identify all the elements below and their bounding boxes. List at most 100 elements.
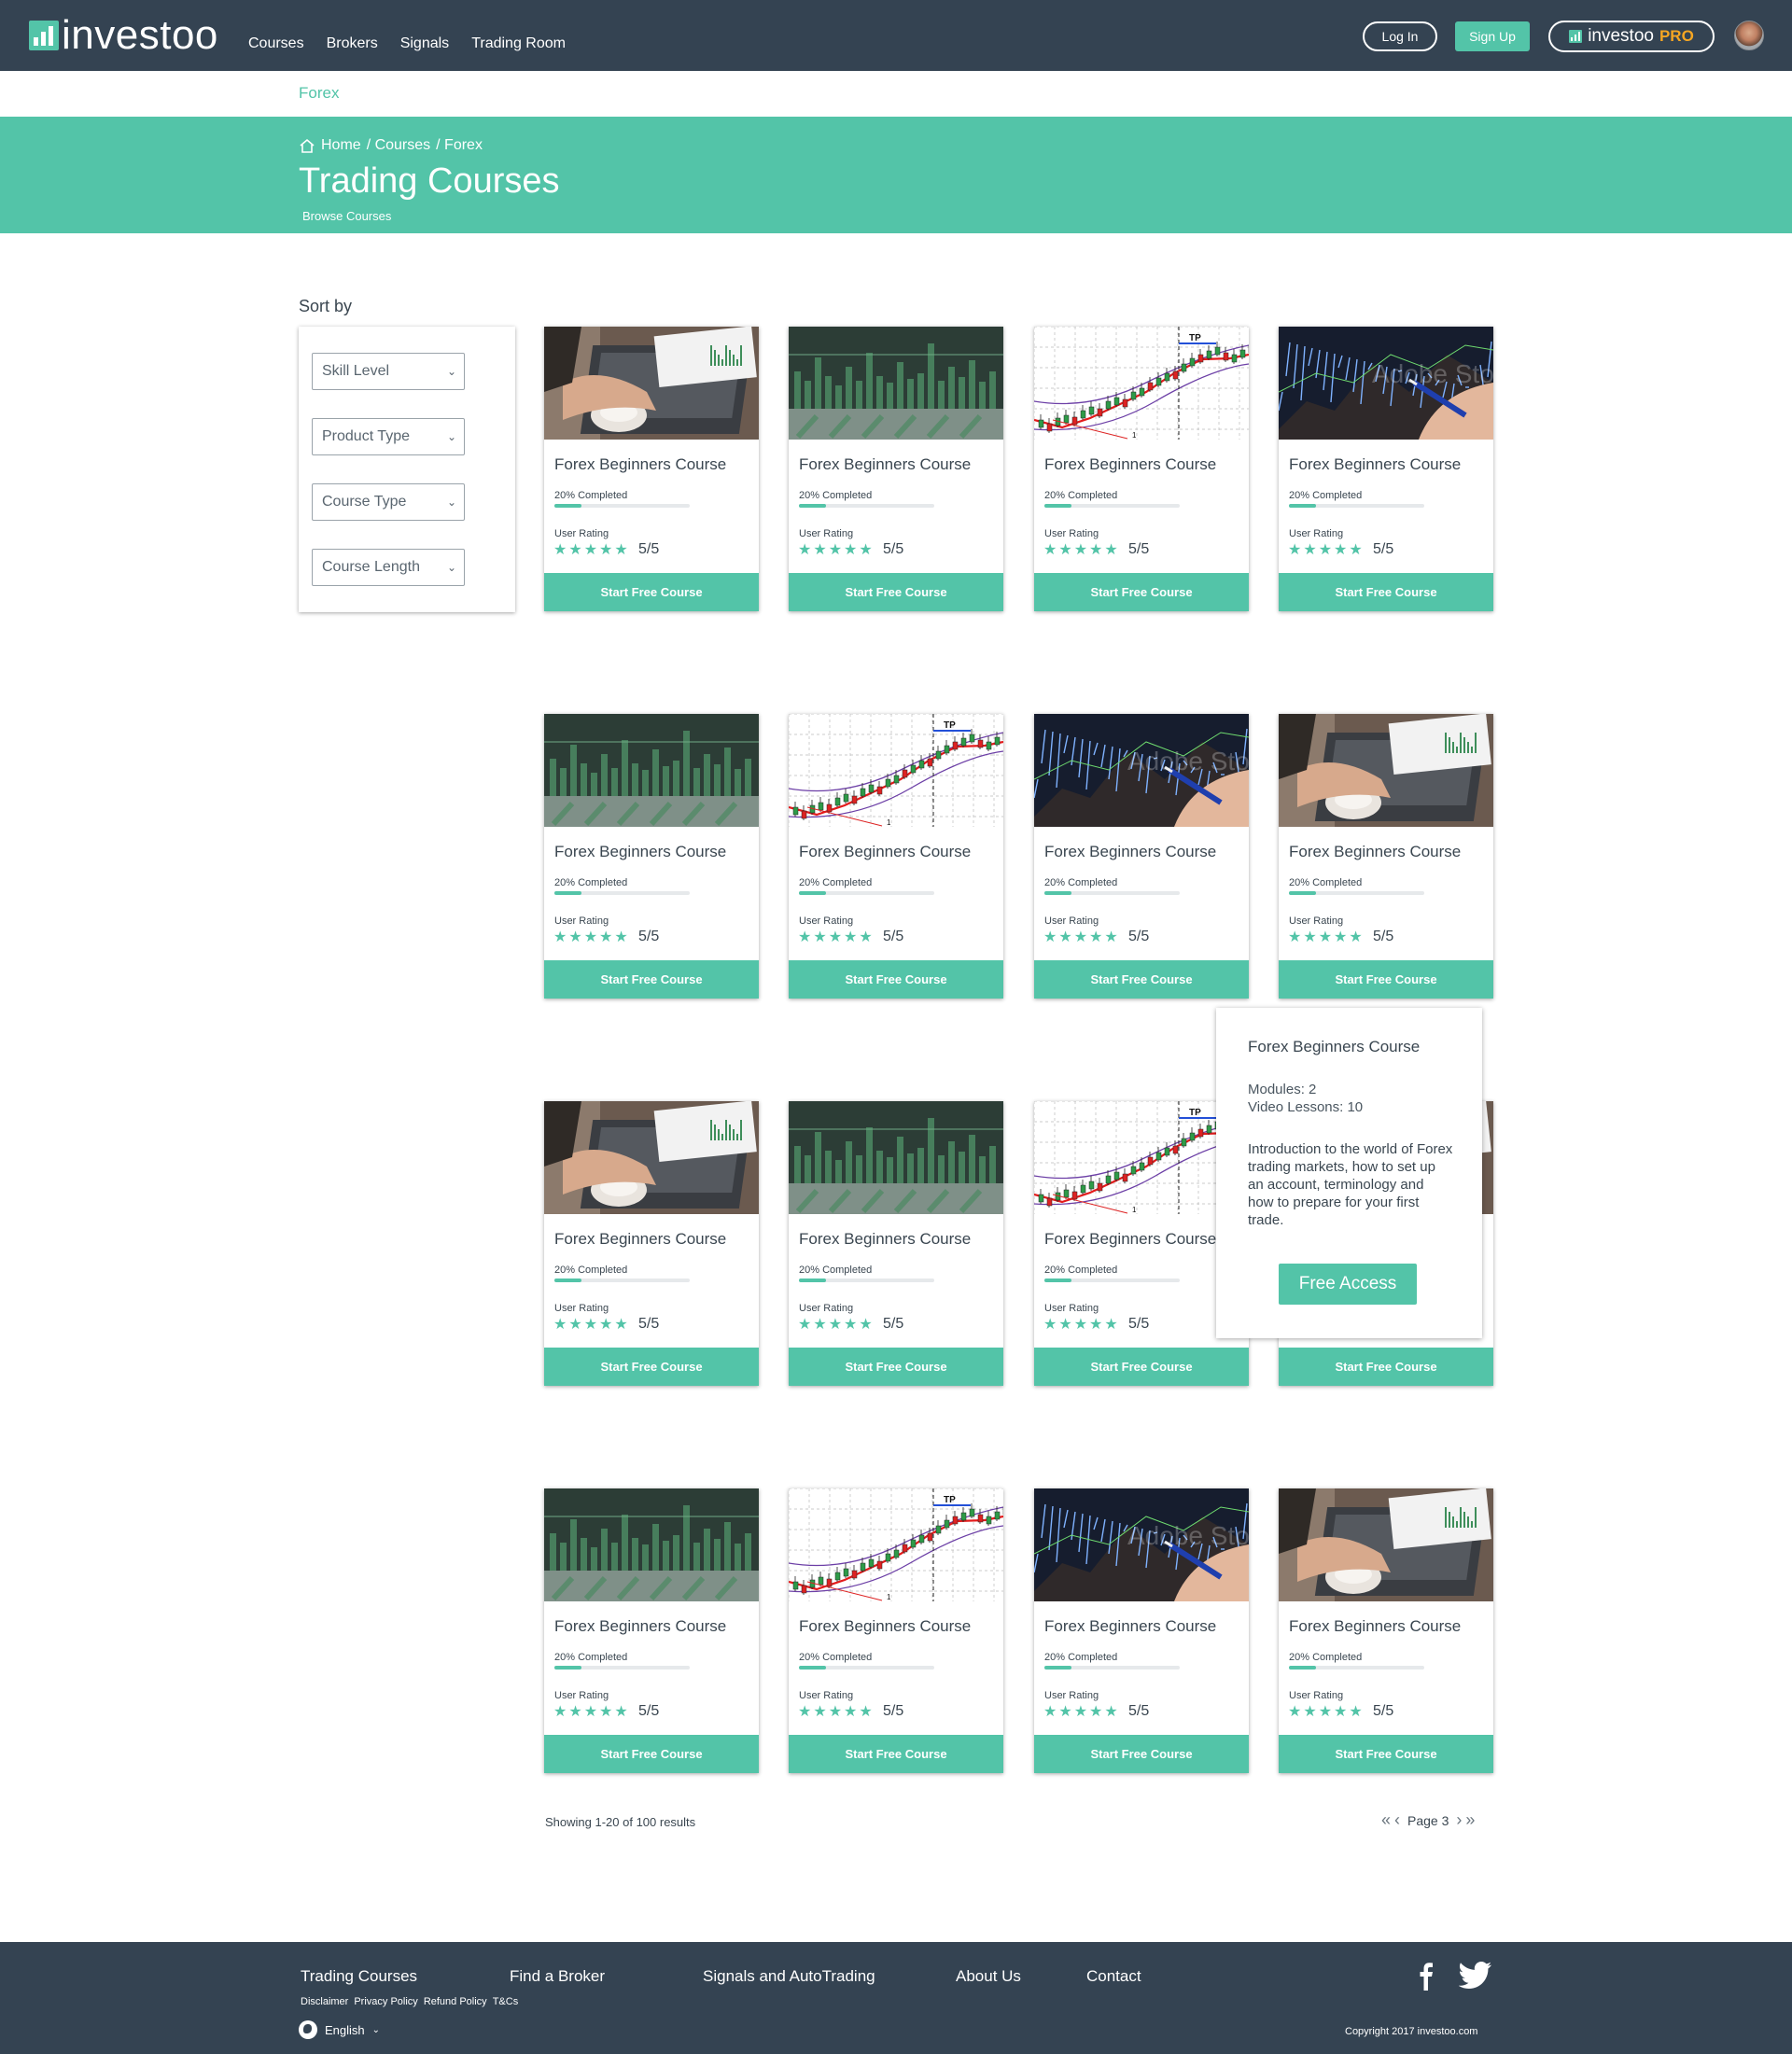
course-title[interactable]: Forex Beginners Course	[1044, 1230, 1216, 1249]
start-free-course-button[interactable]: Start Free Course	[544, 960, 759, 999]
course-thumbnail[interactable]: Adobe Stock	[1034, 1488, 1249, 1601]
rating-label: User Rating	[554, 528, 609, 539]
start-free-course-button[interactable]: Start Free Course	[1034, 960, 1249, 999]
course-thumbnail[interactable]: TP 1	[789, 714, 1003, 827]
course-title[interactable]: Forex Beginners Course	[799, 843, 971, 861]
course-type-select[interactable]: Course Type ⌄	[312, 483, 465, 521]
start-free-course-button[interactable]: Start Free Course	[1279, 960, 1493, 999]
nav-brokers[interactable]: Brokers	[327, 35, 378, 52]
course-thumbnail[interactable]	[544, 1101, 759, 1214]
start-free-course-button[interactable]: Start Free Course	[789, 1348, 1003, 1386]
course-thumbnail[interactable]	[1279, 1488, 1493, 1601]
course-card[interactable]: TP 1 Forex Beginners Course 20% Completed Us…	[789, 1488, 1003, 1773]
investoo-logo[interactable]: investoo	[29, 15, 218, 56]
course-card[interactable]: TP 1 Forex Beginners Course 20% Completed Us…	[1034, 327, 1249, 611]
privacy-link[interactable]: Privacy Policy	[354, 1996, 417, 2007]
course-title[interactable]: Forex Beginners Course	[554, 1617, 726, 1636]
start-free-course-button[interactable]: Start Free Course	[1034, 1735, 1249, 1773]
start-free-course-button[interactable]: Start Free Course	[544, 1735, 759, 1773]
nav-trading-room[interactable]: Trading Room	[471, 35, 566, 52]
course-thumbnail[interactable]	[544, 714, 759, 827]
course-title[interactable]: Forex Beginners Course	[1044, 1617, 1216, 1636]
login-button[interactable]: Log In	[1363, 21, 1437, 51]
rating-label: User Rating	[554, 1303, 609, 1314]
course-thumbnail[interactable]	[789, 1101, 1003, 1214]
course-title[interactable]: Forex Beginners Course	[1289, 843, 1461, 861]
user-avatar[interactable]	[1734, 21, 1764, 50]
last-page-icon[interactable]: »	[1465, 1810, 1475, 1830]
breadcrumb-home[interactable]: Home	[321, 137, 361, 154]
start-free-course-button[interactable]: Start Free Course	[1279, 1348, 1493, 1386]
course-length-select[interactable]: Course Length ⌄	[312, 549, 465, 586]
course-thumbnail[interactable]	[544, 1488, 759, 1601]
footer-signals[interactable]: Signals and AutoTrading	[703, 1967, 875, 1986]
home-icon[interactable]	[299, 138, 315, 153]
course-card[interactable]: Forex Beginners Course 20% Completed User …	[544, 714, 759, 999]
progress-label: 20% Completed	[1044, 877, 1118, 888]
start-free-course-button[interactable]: Start Free Course	[1034, 1348, 1249, 1386]
tcs-link[interactable]: T&Cs	[493, 1996, 519, 2007]
twitter-icon[interactable]	[1459, 1961, 1492, 1991]
course-title[interactable]: Forex Beginners Course	[799, 1230, 971, 1249]
start-free-course-button[interactable]: Start Free Course	[544, 1348, 759, 1386]
start-free-course-button[interactable]: Start Free Course	[544, 573, 759, 611]
course-card[interactable]: Forex Beginners Course 20% Completed User …	[1279, 714, 1493, 999]
start-free-course-button[interactable]: Start Free Course	[1279, 1735, 1493, 1773]
facebook-icon[interactable]	[1419, 1961, 1434, 1991]
course-card[interactable]: Forex Beginners Course 20% Completed User …	[789, 1101, 1003, 1386]
course-thumbnail[interactable]: TP 1	[1034, 327, 1249, 440]
nav-courses[interactable]: Courses	[248, 35, 304, 52]
course-title[interactable]: Forex Beginners Course	[1289, 1617, 1461, 1636]
footer-contact[interactable]: Contact	[1086, 1967, 1141, 1986]
course-card[interactable]: Forex Beginners Course 20% Completed User …	[789, 327, 1003, 611]
product-type-select[interactable]: Product Type ⌄	[312, 418, 465, 455]
signup-button[interactable]: Sign Up	[1455, 21, 1530, 51]
start-free-course-button[interactable]: Start Free Course	[789, 960, 1003, 999]
investoo-pro-button[interactable]: investoo PRO	[1548, 21, 1715, 52]
skill-level-select[interactable]: Skill Level ⌄	[312, 353, 465, 390]
star-rating-icon: ★★★★★	[1043, 1317, 1120, 1333]
course-card[interactable]: Forex Beginners Course 20% Completed User …	[544, 1101, 759, 1386]
page-header: Home / Courses / Forex Trading Courses B…	[0, 117, 1792, 233]
course-title[interactable]: Forex Beginners Course	[1289, 455, 1461, 474]
start-free-course-button[interactable]: Start Free Course	[789, 1735, 1003, 1773]
course-thumbnail[interactable]: TP 1	[789, 1488, 1003, 1601]
course-title[interactable]: Forex Beginners Course	[554, 1230, 726, 1249]
footer-find-broker[interactable]: Find a Broker	[510, 1967, 605, 1986]
footer-about[interactable]: About Us	[956, 1967, 1021, 1986]
course-thumbnail[interactable]	[544, 327, 759, 440]
course-title[interactable]: Forex Beginners Course	[799, 1617, 971, 1636]
first-page-icon[interactable]: «	[1381, 1810, 1391, 1830]
breadcrumb-forex[interactable]: / Forex	[436, 137, 483, 154]
course-thumbnail[interactable]	[789, 327, 1003, 440]
breadcrumb-courses[interactable]: / Courses	[367, 137, 430, 154]
course-card[interactable]: Adobe Stock Forex Beginners Course 20% Com…	[1034, 714, 1249, 999]
start-free-course-button[interactable]: Start Free Course	[1034, 573, 1249, 611]
course-card[interactable]: Forex Beginners Course 20% Completed User …	[544, 1488, 759, 1773]
course-title[interactable]: Forex Beginners Course	[554, 455, 726, 474]
refund-link[interactable]: Refund Policy	[424, 1996, 487, 2007]
subnav-forex[interactable]: Forex	[299, 84, 339, 103]
course-title[interactable]: Forex Beginners Course	[1044, 843, 1216, 861]
course-card[interactable]: Forex Beginners Course 20% Completed User …	[544, 327, 759, 611]
disclaimer-link[interactable]: Disclaimer	[301, 1996, 348, 2007]
svg-text:1: 1	[1132, 1206, 1137, 1214]
course-card[interactable]: Adobe Stock Forex Beginners Course 20% Com…	[1279, 327, 1493, 611]
course-thumbnail[interactable]	[1279, 714, 1493, 827]
nav-signals[interactable]: Signals	[400, 35, 449, 52]
prev-page-icon[interactable]: ‹	[1394, 1810, 1400, 1830]
course-thumbnail[interactable]: Adobe Stock	[1279, 327, 1493, 440]
course-card[interactable]: Adobe Stock Forex Beginners Course 20% Com…	[1034, 1488, 1249, 1773]
course-title[interactable]: Forex Beginners Course	[799, 455, 971, 474]
language-selector[interactable]: English ⌄	[299, 2020, 380, 2039]
course-thumbnail[interactable]: Adobe Stock	[1034, 714, 1249, 827]
course-title[interactable]: Forex Beginners Course	[554, 843, 726, 861]
free-access-button[interactable]: Free Access	[1279, 1264, 1417, 1305]
start-free-course-button[interactable]: Start Free Course	[1279, 573, 1493, 611]
footer-trading-courses[interactable]: Trading Courses	[301, 1967, 417, 1986]
course-card[interactable]: TP 1 Forex Beginners Course 20% Completed Us…	[789, 714, 1003, 999]
start-free-course-button[interactable]: Start Free Course	[789, 573, 1003, 611]
course-card[interactable]: Forex Beginners Course 20% Completed User …	[1279, 1488, 1493, 1773]
course-title[interactable]: Forex Beginners Course	[1044, 455, 1216, 474]
next-page-icon[interactable]: ›	[1456, 1810, 1462, 1830]
